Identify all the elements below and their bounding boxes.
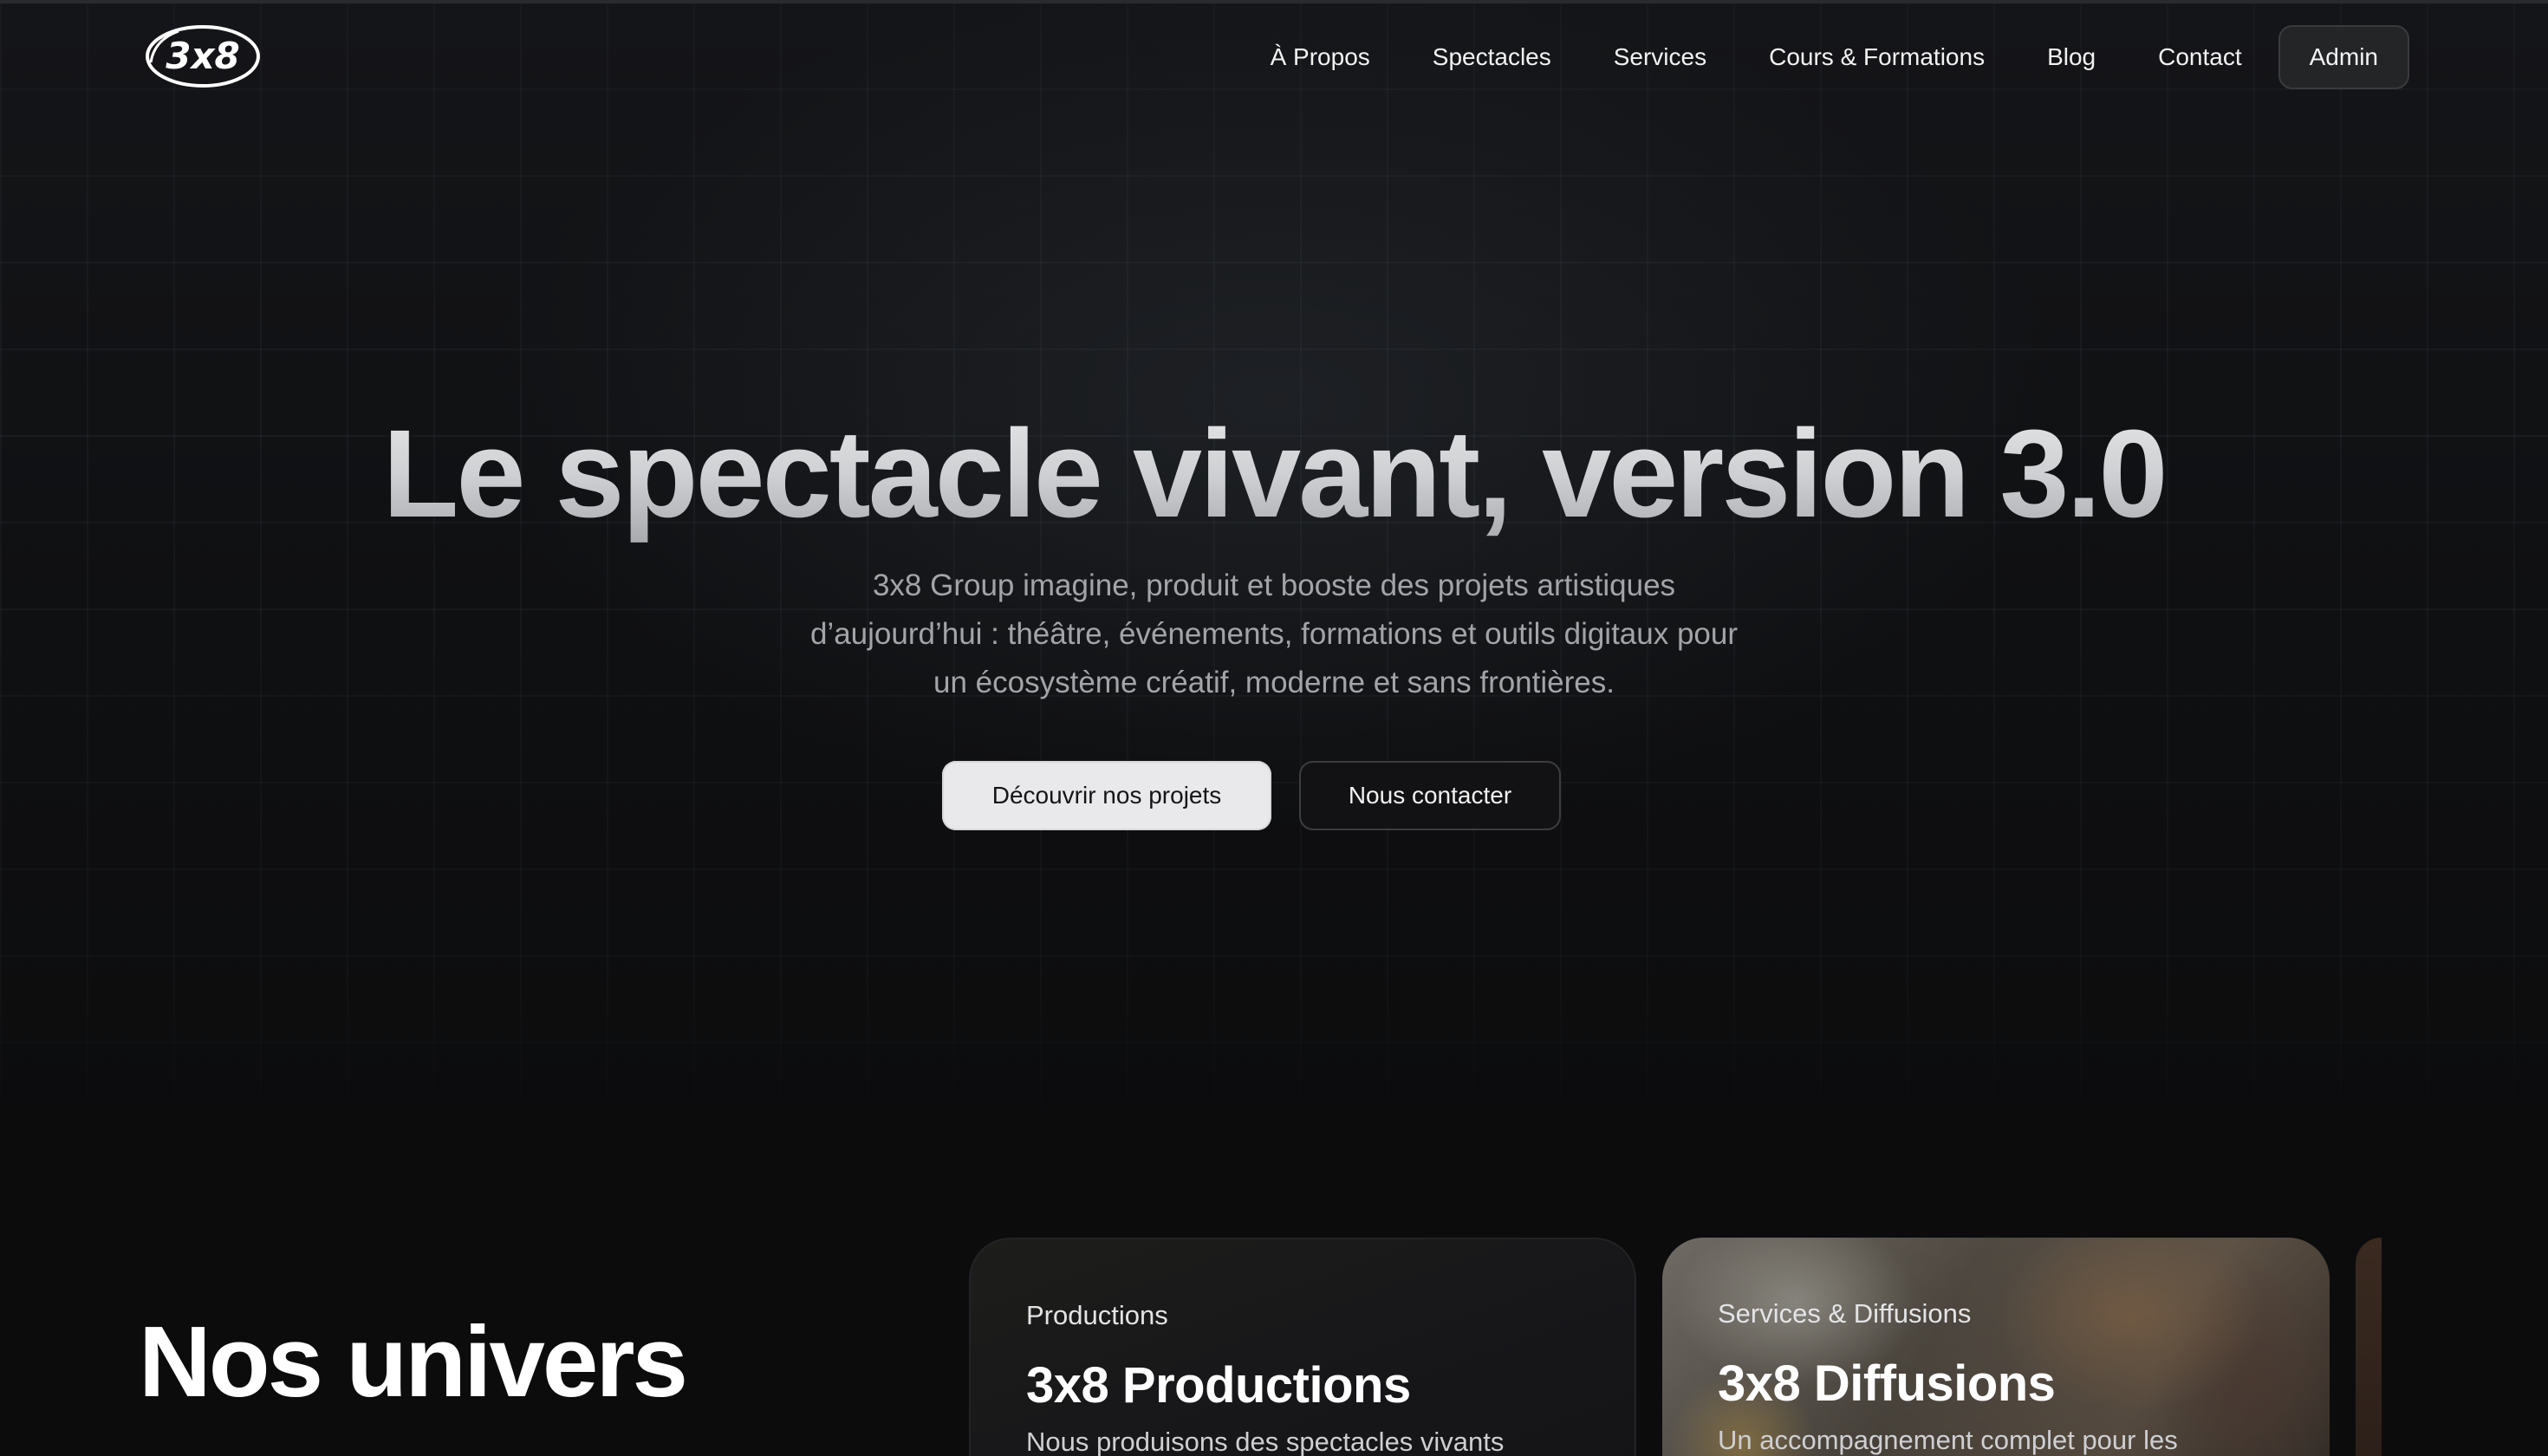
card-description: Nous produisons des spectacles vivants <box>1026 1427 1505 1456</box>
card-content: Services & Diffusions 3x8 Diffusions Un … <box>1718 1297 2178 1456</box>
top-navigation: 3x8 À Propos Spectacles Services Cours &… <box>0 0 2548 114</box>
nav-link-a-propos[interactable]: À Propos <box>1271 43 1370 71</box>
card-content: Productions 3x8 Productions Nous produis… <box>1026 1298 1504 1456</box>
card-title: 3x8 Productions <box>1026 1357 1411 1414</box>
card-productions[interactable]: Productions 3x8 Productions Nous produis… <box>969 1238 1636 1456</box>
hero-section: 3x8 À Propos Spectacles Services Cours &… <box>0 0 2548 1144</box>
card-next-partial[interactable] <box>2356 1238 2382 1456</box>
card-description: Un accompagnement complet pour les <box>1718 1425 2178 1455</box>
nav-link-spectacles[interactable]: Spectacles <box>1433 43 1551 71</box>
hero-subtitle-line: un écosystème créatif, moderne et sans f… <box>933 666 1615 699</box>
card-diffusions[interactable]: Services & Diffusions 3x8 Diffusions Un … <box>1662 1238 2330 1456</box>
brand-logo[interactable]: 3x8 <box>144 23 262 90</box>
hero-title: Le spectacle vivant, version 3.0 <box>0 400 2548 548</box>
univers-heading: Nos univers <box>139 1305 688 1418</box>
admin-button[interactable]: Admin <box>2278 25 2409 89</box>
hero-subtitle-line: 3x8 Group imagine, produit et booste des… <box>872 569 1676 602</box>
hero-subtitle-line: d’aujourd’hui : théâtre, événements, for… <box>809 617 1739 651</box>
hero-subtitle: 3x8 Group imagine, produit et booste des… <box>754 562 1794 707</box>
nav-link-services[interactable]: Services <box>1614 43 1706 71</box>
card-eyebrow: Productions <box>1026 1300 1168 1330</box>
nav-links: À Propos Spectacles Services Cours & For… <box>1271 25 2409 89</box>
card-eyebrow: Services & Diffusions <box>1718 1298 1972 1329</box>
discover-projects-button[interactable]: Découvrir nos projets <box>942 761 1271 830</box>
logo-icon: 3x8 <box>146 25 260 88</box>
nav-link-contact[interactable]: Contact <box>2158 43 2242 71</box>
nav-link-blog[interactable]: Blog <box>2047 43 2096 71</box>
page: 3x8 À Propos Spectacles Services Cours &… <box>0 0 2548 1456</box>
card-title: 3x8 Diffusions <box>1718 1355 2056 1412</box>
nav-link-cours-formations[interactable]: Cours & Formations <box>1769 43 1985 71</box>
contact-us-button[interactable]: Nous contacter <box>1299 761 1561 830</box>
hero-cta-row: Découvrir nos projets Nous contacter <box>0 761 2548 830</box>
logo-text: 3x8 <box>166 35 240 77</box>
